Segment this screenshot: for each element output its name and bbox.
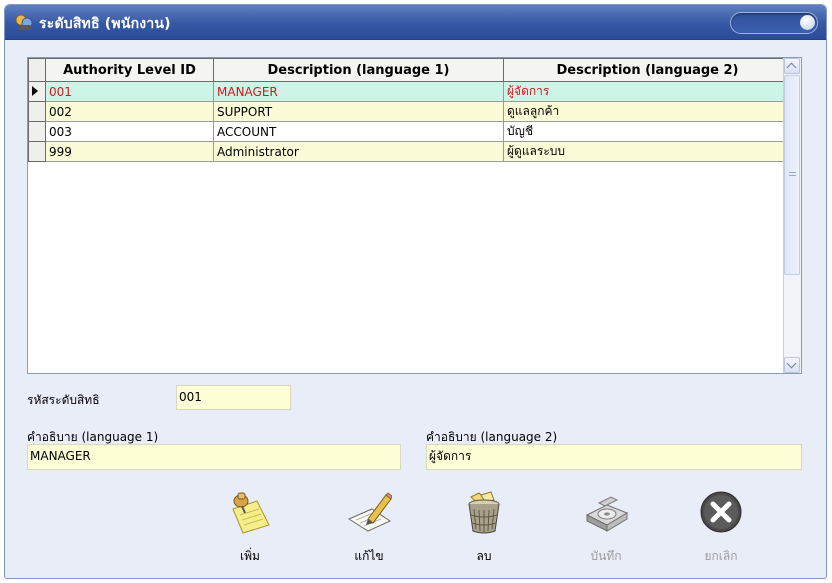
description-2-field[interactable]: ผู้จัดการ [426, 444, 802, 470]
grip-icon [789, 172, 796, 173]
description-1-field[interactable]: MANAGER [27, 444, 401, 470]
authority-level-grid[interactable]: Authority Level ID Description (language… [27, 57, 802, 374]
chevron-down-icon [786, 358, 797, 369]
cell-description-2[interactable]: ผู้จัดการ [503, 81, 792, 102]
cell-description-1[interactable]: Administrator [213, 141, 504, 162]
row-indicator-header[interactable] [28, 58, 46, 82]
grid-vertical-scrollbar[interactable] [783, 58, 801, 373]
column-header-description-1[interactable]: Description (language 1) [213, 58, 504, 82]
current-row-arrow-icon [32, 86, 38, 96]
window-title: ระดับสิทธิ (พนักงาน) [39, 16, 171, 32]
cell-authority-level-id[interactable]: 002 [45, 101, 214, 122]
authority-id-label: รหัสระดับสิทธิ [27, 393, 100, 407]
cell-description-2[interactable]: ดูแลลูกค้า [503, 101, 792, 122]
people-key-icon [15, 14, 33, 30]
save-button[interactable]: บันทึก [571, 489, 641, 569]
cell-description-1[interactable]: SUPPORT [213, 101, 504, 122]
cancel-button[interactable]: ยกเลิก [686, 489, 756, 569]
title-bar[interactable]: ระดับสิทธิ (พนักงาน) [5, 5, 826, 40]
table-row[interactable]: 002 SUPPORT ดูแลลูกค้า [28, 101, 792, 122]
row-indicator[interactable] [28, 101, 46, 122]
cancel-button-label: ยกเลิก [704, 549, 738, 563]
chevron-up-icon [786, 62, 797, 73]
cell-authority-level-id[interactable]: 001 [45, 81, 214, 102]
column-header-description-2[interactable]: Description (language 2) [503, 58, 792, 82]
delete-button[interactable]: ลบ [449, 489, 519, 569]
toggle-knob-icon [800, 15, 815, 30]
table-row[interactable]: 003 ACCOUNT บัญชี [28, 121, 792, 142]
cell-description-1[interactable]: MANAGER [213, 81, 504, 102]
disk-drive-icon [585, 496, 629, 532]
delete-button-label: ลบ [476, 549, 492, 563]
edit-button[interactable]: แก้ไข [334, 489, 404, 569]
cell-description-2[interactable]: ผู้ดูแลระบบ [503, 141, 792, 162]
authority-id-field[interactable]: 001 [176, 385, 291, 410]
add-button-label: เพิ่ม [240, 549, 260, 563]
save-button-label: บันทึก [590, 549, 622, 563]
close-circle-icon [700, 491, 742, 533]
add-button[interactable]: เพิ่ม [215, 489, 285, 569]
pencil-paper-icon [347, 492, 392, 532]
scroll-thumb[interactable] [784, 75, 800, 275]
pushpin-note-icon [232, 492, 270, 534]
row-indicator[interactable] [28, 81, 46, 102]
scroll-up-button[interactable] [784, 58, 800, 74]
wastebasket-icon [468, 491, 500, 534]
row-indicator[interactable] [28, 141, 46, 162]
cell-authority-level-id[interactable]: 003 [45, 121, 214, 142]
table-row[interactable]: 999 Administrator ผู้ดูแลระบบ [28, 141, 792, 162]
edit-button-label: แก้ไข [354, 549, 384, 563]
grid-header-row: Authority Level ID Description (language… [28, 58, 792, 82]
scroll-down-button[interactable] [784, 357, 800, 373]
authority-level-window: ระดับสิทธิ (พนักงาน) Authority Level ID … [4, 4, 827, 579]
table-row[interactable]: 001 MANAGER ผู้จัดการ [28, 81, 792, 102]
window-control-toggle[interactable] [730, 12, 818, 34]
cell-authority-level-id[interactable]: 999 [45, 141, 214, 162]
cell-description-2[interactable]: บัญชี [503, 121, 792, 142]
column-header-authority-level-id[interactable]: Authority Level ID [45, 58, 214, 82]
cell-description-1[interactable]: ACCOUNT [213, 121, 504, 142]
row-indicator[interactable] [28, 121, 46, 142]
